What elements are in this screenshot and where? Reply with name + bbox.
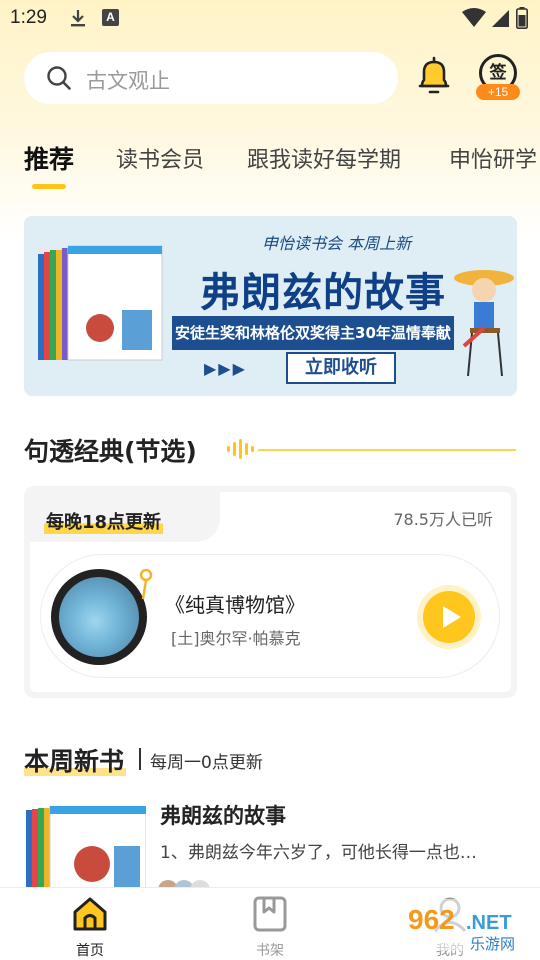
book-cover — [26, 806, 146, 888]
listen-now-button[interactable]: 立即收听 — [286, 352, 396, 384]
classics-card-inner: 每晚18点更新 78.5万人已听 《纯真博物馆》 [土]奥尔罕·帕慕克 — [30, 492, 511, 692]
banner-title: 弗朗兹的故事 — [200, 270, 446, 316]
nav-home[interactable]: 首页 — [50, 894, 130, 959]
tab-recommend[interactable]: 推荐 — [24, 142, 74, 176]
classics-card[interactable]: 每晚18点更新 78.5万人已听 《纯真博物馆》 [土]奥尔罕·帕慕克 — [24, 486, 517, 698]
active-tab-indicator — [32, 184, 66, 189]
bookshelf-icon — [253, 896, 287, 932]
track-author: [土]奥尔罕·帕慕克 — [171, 629, 301, 648]
site-watermark-logo: 962 .NET 乐游网 — [402, 899, 534, 953]
svg-text:乐游网: 乐游网 — [470, 935, 515, 953]
new-books-subtitle: 每周一0点更新 — [150, 753, 263, 773]
status-time: 1:29 — [10, 7, 47, 28]
sign-in-button[interactable]: 签 +15 — [476, 54, 520, 100]
tab-read-with-me[interactable]: 跟我读好每学期 — [247, 142, 401, 174]
search-placeholder: 古文观止 — [86, 69, 170, 93]
search-input[interactable]: 古文观止 — [24, 52, 398, 104]
section-divider — [258, 449, 516, 451]
search-icon — [47, 66, 71, 90]
book-set-illustration — [38, 245, 163, 361]
bell-icon[interactable] — [416, 56, 452, 98]
banner-subtitle: 安徒生奖和林格伦双奖得主30年温情奉献 — [172, 316, 454, 350]
album-art — [59, 577, 139, 657]
album-disc — [51, 569, 147, 665]
header-background — [0, 0, 540, 240]
app-notification-icon: A — [102, 9, 119, 26]
nav-bookshelf[interactable]: 书架 — [230, 894, 310, 959]
battery-icon — [516, 7, 528, 29]
tab-study-tour[interactable]: 申怡研学 — [449, 142, 537, 174]
update-tag-container: 每晚18点更新 — [30, 492, 220, 542]
update-schedule-tag: 每晚18点更新 — [44, 508, 164, 534]
book-title: 弗朗兹的故事 — [160, 804, 286, 828]
book-description: 1、弗朗兹今年六岁了，可他长得一点也… — [160, 843, 477, 863]
download-icon — [71, 10, 85, 27]
promo-banner[interactable]: 申怡读书会 本周上新 弗朗兹的故事 安徒生奖和林格伦双奖得主30年温情奉献 ▶▶… — [24, 216, 517, 396]
svg-text:.NET: .NET — [466, 912, 512, 934]
play-button[interactable] — [417, 585, 481, 649]
home-icon — [73, 897, 107, 931]
banner-kicker: 申怡读书会 本周上新 — [262, 234, 412, 253]
audio-wave-icon — [227, 439, 254, 459]
nav-home-label: 首页 — [76, 943, 104, 959]
status-bar: 1:29 A — [0, 0, 540, 36]
listener-count: 78.5万人已听 — [393, 510, 493, 529]
banner-arrows: ▶▶▶ — [204, 359, 247, 378]
svg-text:962: 962 — [408, 904, 455, 935]
boy-on-chair-illustration — [454, 270, 514, 377]
tab-reading-member[interactable]: 读书会员 — [116, 142, 204, 174]
title-separator — [139, 748, 141, 770]
signal-icon — [492, 10, 509, 27]
play-icon — [423, 591, 475, 643]
classics-section-title: 句透经典(节选) — [24, 437, 197, 466]
wifi-icon — [462, 8, 486, 27]
new-books-title: 本周新书 — [24, 747, 125, 776]
tonearm-icon — [139, 569, 153, 599]
nav-bookshelf-label: 书架 — [256, 943, 284, 959]
sign-in-reward-badge: +15 — [476, 84, 520, 100]
track-title: 《纯真博物馆》 — [165, 593, 305, 617]
category-tabs: 推荐 读书会员 跟我读好每学期 申怡研学 — [0, 142, 540, 192]
audio-player[interactable]: 《纯真博物馆》 [土]奥尔罕·帕慕克 — [40, 554, 500, 678]
